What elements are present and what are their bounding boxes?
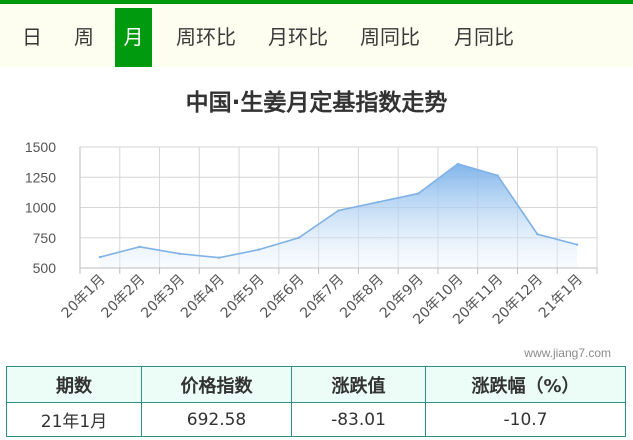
cell-period: 21年1月 — [6, 402, 142, 437]
data-point-10 — [456, 162, 460, 166]
table-row: 21年1月 692.58 -83.01 -10.7 — [6, 402, 626, 437]
data-point-6 — [297, 236, 300, 239]
cell-change-value: -83.01 — [291, 402, 426, 437]
data-point-7 — [337, 209, 340, 212]
data-point-11 — [496, 174, 499, 177]
index-area-chart: 50075010001250150020年1月20年2月20年3月20年4月20… — [25, 139, 598, 328]
data-point-8 — [377, 200, 380, 204]
data-point-12 — [536, 232, 539, 236]
cell-price-index: 692.58 — [141, 402, 292, 437]
column-header-change-value: 涨跌值 — [291, 366, 426, 403]
column-header-price-index: 价格指数 — [141, 366, 292, 403]
data-point-2 — [138, 245, 141, 249]
y-tick-label: 500 — [33, 260, 57, 276]
column-header-period: 期数 — [6, 366, 142, 403]
data-point-5 — [257, 248, 261, 251]
column-header-change-percent: 涨跌幅（%） — [425, 366, 626, 403]
cell-change-percent: -10.7 — [425, 402, 626, 437]
table-header-row: 期数 价格指数 涨跌值 涨跌幅（%） — [6, 366, 626, 403]
data-point-4 — [217, 256, 221, 259]
y-tick-label: 750 — [33, 230, 57, 246]
watermark: www.jiang7.com — [524, 346, 611, 360]
chart-widget: 日 周 月 周环比 月环比 周同比 月同比 中国·生姜月定基指数走势 500 75… — [0, 0, 633, 440]
y-tick-label: 1500 — [25, 139, 56, 155]
data-point-1 — [98, 255, 102, 259]
stats-table: 期数 价格指数 涨跌值 涨跌幅（%） 21年1月 692.58 -83.01 -… — [6, 366, 626, 437]
data-point-13 — [575, 243, 579, 246]
x-tick-label: 21年1月 — [536, 272, 586, 322]
y-tick-label: 1000 — [25, 200, 56, 216]
y-tick-label: 1250 — [25, 169, 56, 185]
data-point-3 — [178, 252, 181, 255]
data-point-9 — [416, 192, 420, 195]
